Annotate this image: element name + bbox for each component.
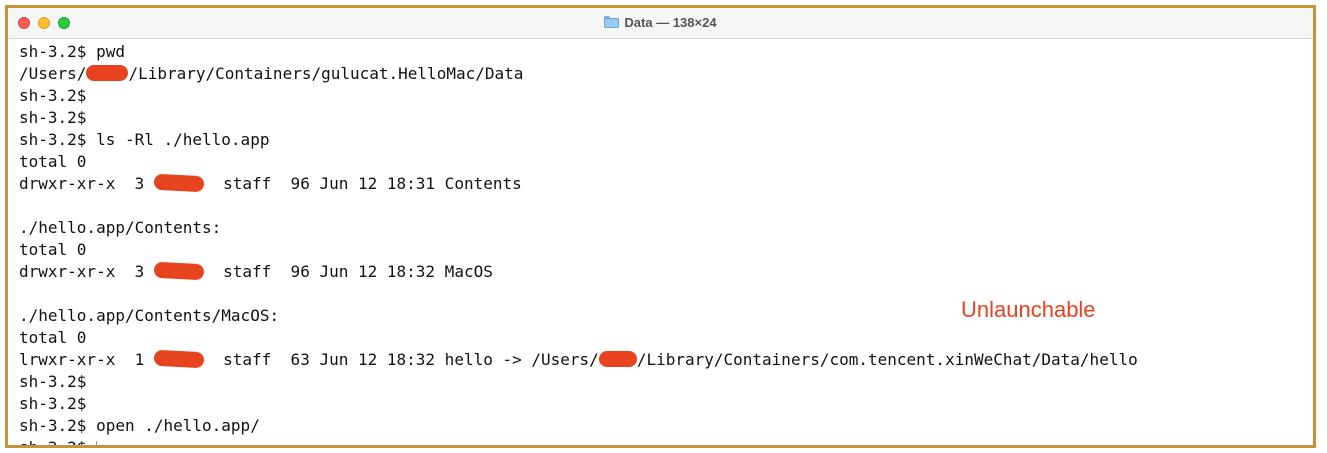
annotation-label: Unlaunchable xyxy=(961,297,1096,322)
terminal-line: sh-3.2$ xyxy=(19,85,1138,107)
terminal-line-text: staff 96 Jun 12 18:32 MacOS xyxy=(203,262,493,281)
terminal-line-text: sh-3.2$ ls -Rl ./hello.app xyxy=(19,130,270,149)
terminal-line: total 0 xyxy=(19,239,1138,261)
terminal-line-text: total 0 xyxy=(19,240,87,259)
terminal-line-text: sh-3.2$ open ./hello.app/ xyxy=(19,416,260,435)
terminal-line-text: drwxr-xr-x 3 xyxy=(19,174,154,193)
terminal-line-text: sh-3.2$ pwd xyxy=(19,42,125,61)
terminal-line: drwxr-xr-x 3 staff 96 Jun 12 18:31 Conte… xyxy=(19,173,1138,195)
terminal-line: sh-3.2$ ls -Rl ./hello.app xyxy=(19,129,1138,151)
terminal-line-text: sh-3.2$ xyxy=(19,86,87,105)
terminal-line-text: staff 96 Jun 12 18:31 Contents xyxy=(203,174,522,193)
terminal-line: sh-3.2$ xyxy=(19,107,1138,129)
terminal-line: drwxr-xr-x 3 staff 96 Jun 12 18:32 MacOS xyxy=(19,261,1138,283)
terminal-line: total 0 xyxy=(19,151,1138,173)
terminal-line: ./hello.app/Contents: xyxy=(19,217,1138,239)
terminal-line: total 0 xyxy=(19,327,1138,349)
redaction-mark xyxy=(86,65,129,81)
terminal-line-text: sh-3.2$ xyxy=(19,394,87,413)
terminal-line-text: /Library/Containers/gulucat.HelloMac/Dat… xyxy=(128,64,524,83)
terminal-line: lrwxr-xr-x 1 staff 63 Jun 12 18:32 hello… xyxy=(19,349,1138,371)
terminal-line: sh-3.2$ xyxy=(19,371,1138,393)
terminal-line-text: sh-3.2$ xyxy=(19,108,87,127)
window-title: Data — 138×24 xyxy=(8,15,1313,30)
redaction-mark xyxy=(153,261,205,281)
folder-icon xyxy=(604,16,620,28)
terminal-line: sh-3.2$ open ./hello.app/ xyxy=(19,415,1138,437)
redaction-mark xyxy=(153,349,205,369)
terminal-line-text: /Users/ xyxy=(19,64,87,83)
terminal-line-text: ./hello.app/Contents/MacOS: xyxy=(19,306,280,325)
terminal-line-text: lrwxr-xr-x 1 xyxy=(19,350,154,369)
redaction-mark xyxy=(153,173,205,193)
terminal-line: /Users/ /Library/Containers/gulucat.Hello… xyxy=(19,63,1138,85)
terminal-line-text: /Library/Containers/com.tencent.xinWeCha… xyxy=(636,350,1138,369)
title-bar[interactable]: Data — 138×24 xyxy=(8,8,1313,39)
text-cursor xyxy=(96,441,98,445)
terminal-output[interactable]: sh-3.2$ pwd/Users/ /Library/Containers/gu… xyxy=(8,39,1313,445)
terminal-line-text: sh-3.2$ xyxy=(19,372,87,391)
terminal-line: sh-3.2$ xyxy=(19,437,1138,445)
terminal-lines: sh-3.2$ pwd/Users/ /Library/Containers/gu… xyxy=(19,41,1138,445)
redaction-mark xyxy=(598,351,637,367)
terminal-window: Data — 138×24 sh-3.2$ pwd/Users/ /Library… xyxy=(5,5,1316,448)
terminal-line-text: ./hello.app/Contents: xyxy=(19,218,222,237)
window-title-text: Data — 138×24 xyxy=(624,15,717,30)
terminal-line-text: total 0 xyxy=(19,328,87,347)
terminal-line-text: total 0 xyxy=(19,152,87,171)
terminal-line: sh-3.2$ pwd xyxy=(19,41,1138,63)
terminal-line: sh-3.2$ xyxy=(19,393,1138,415)
terminal-line-text: sh-3.2$ xyxy=(19,438,96,445)
terminal-line-text: drwxr-xr-x 3 xyxy=(19,262,154,281)
terminal-line-text: staff 63 Jun 12 18:32 hello -> /Users/ xyxy=(203,350,599,369)
